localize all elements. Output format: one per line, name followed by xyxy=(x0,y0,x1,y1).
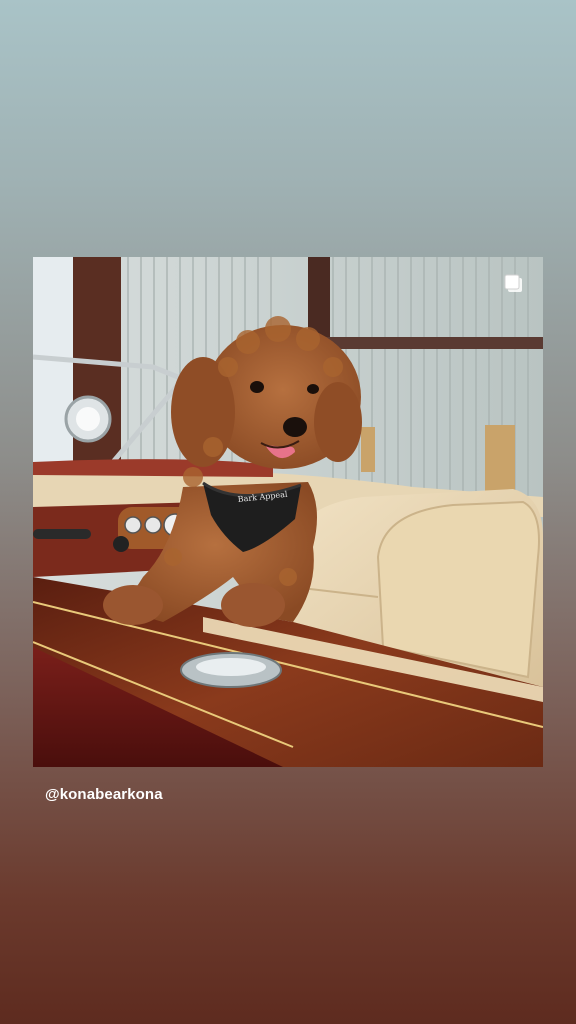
dog-on-boat-photo: Bark Appeal xyxy=(33,257,543,767)
mention-sticker[interactable]: @konabearkona xyxy=(45,786,163,803)
shared-post-image[interactable]: Bark Appeal xyxy=(33,257,543,767)
story-canvas: Bark Appeal @konabearkona xyxy=(0,0,576,1024)
carousel-stack-icon xyxy=(504,274,522,292)
